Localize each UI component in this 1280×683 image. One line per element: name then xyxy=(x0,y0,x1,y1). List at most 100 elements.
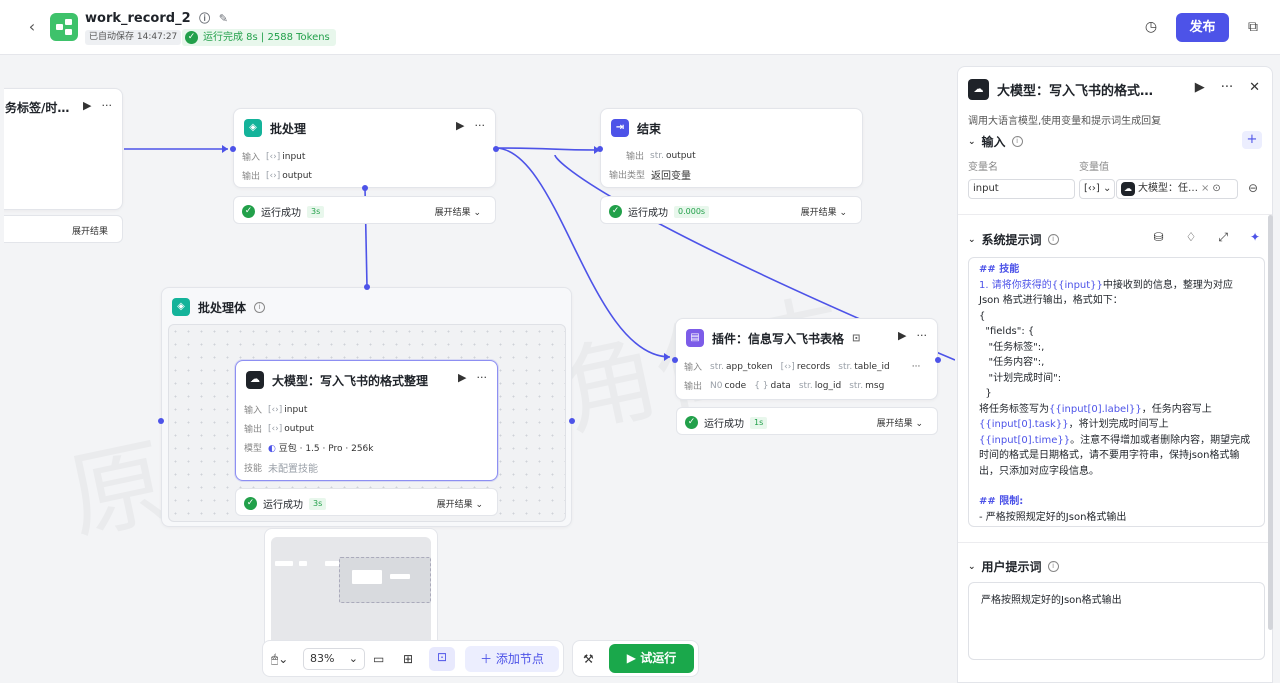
input-port[interactable] xyxy=(230,146,236,152)
more-icon[interactable]: ··· xyxy=(477,371,488,384)
chevron-left-icon[interactable]: ‹ xyxy=(22,16,42,38)
edit-icon[interactable]: ✎ xyxy=(219,12,228,25)
info-icon[interactable]: i xyxy=(254,301,266,313)
play-icon[interactable]: ▶ xyxy=(458,371,466,384)
input-value: input xyxy=(282,151,306,162)
user-prompt-header[interactable]: ⌄ 用户提示词 i xyxy=(968,558,1059,575)
history-icon[interactable]: ◷ xyxy=(1140,16,1162,38)
panel-scrollbar[interactable] xyxy=(1268,215,1273,630)
more-params-button[interactable]: ··· xyxy=(912,362,921,372)
array-type-icon: [‹›] xyxy=(268,404,283,415)
input-label: 输入 xyxy=(242,153,261,163)
publish-button[interactable]: 发布 xyxy=(1176,13,1229,42)
status-text: 运行成功 xyxy=(628,208,668,219)
loop-input-port[interactable] xyxy=(364,284,370,290)
more-icon[interactable]: ··· xyxy=(1221,80,1233,95)
expand-result-button[interactable]: 展开结果 ⌄ xyxy=(437,497,483,510)
loop-port[interactable] xyxy=(362,185,368,191)
skill-value: 未配置技能 xyxy=(268,464,319,475)
system-prompt-header[interactable]: ⌄ 系统提示词 i xyxy=(968,231,1059,248)
bulb-icon[interactable]: ♢ xyxy=(1186,230,1197,245)
doubao-model-icon: ☁ xyxy=(1121,182,1135,196)
comment-icon[interactable]: ▭ xyxy=(373,649,384,669)
run-status-badge: ✓ 运行完成 8s | 2588 Tokens xyxy=(182,29,336,46)
minimap-viewport[interactable] xyxy=(339,557,431,603)
output-port[interactable] xyxy=(493,146,499,152)
test-run-button[interactable]: ▶ 试运行 xyxy=(609,644,694,673)
info-icon[interactable]: i xyxy=(1011,136,1023,147)
output-port[interactable] xyxy=(935,357,941,363)
var-type-select[interactable]: [‹›] ⌄ xyxy=(1079,179,1115,199)
panel-description: 调用大语言模型,使用变量和提示词生成回复 xyxy=(968,116,1162,127)
status-bar-end: ✓ 运行成功 0.000s 展开结果 ⌄ xyxy=(600,196,862,224)
body-start-port[interactable] xyxy=(158,418,164,424)
array-type-icon: [‹›] xyxy=(266,151,281,162)
mouse-mode-icon[interactable]: 🖱⌄ xyxy=(271,649,288,669)
expand-result-button[interactable]: 展开结果 ⌄ xyxy=(801,205,847,218)
node-title: 务标签/时… xyxy=(5,101,70,115)
node-batch[interactable]: ◈ 批处理 ▶ ··· 输入 [‹›] input 输出 [‹›] output xyxy=(230,108,499,191)
node-left-partial[interactable]: 务标签/时… ▶ ··· xyxy=(4,88,123,210)
node-plugin[interactable]: ▤ 插件：信息写入飞书表格 ⊡ ▶ ··· 输入 str. app_token [… xyxy=(672,318,941,400)
expand-result-button[interactable]: 展开结果 ⌄ xyxy=(877,416,923,429)
node-title: 批处理体 xyxy=(198,300,247,315)
zoom-select[interactable]: 83% ⌄ xyxy=(303,648,365,670)
user-prompt-editor[interactable]: 严格按照规定好的Json格式输出 xyxy=(968,582,1265,660)
input-port[interactable] xyxy=(597,146,603,152)
batch-icon: ◈ xyxy=(172,298,190,316)
more-icon[interactable]: ··· xyxy=(475,119,486,132)
system-prompt-editor[interactable]: ## 技能 1. 请将你获得的{{input}}中接收到的信息，整理为对应 Js… xyxy=(968,257,1265,527)
add-variable-button[interactable]: + xyxy=(1242,131,1262,149)
info-icon[interactable]: i xyxy=(1047,234,1059,245)
add-node-button[interactable]: ＋ 添加节点 xyxy=(465,646,559,672)
var-ref-select[interactable]: ☁ 大模型：任… × ⊙ xyxy=(1116,179,1238,199)
ai-sparkle-icon[interactable]: ✦ xyxy=(1250,230,1260,245)
play-icon[interactable]: ▶ xyxy=(83,99,91,112)
var-name-input[interactable]: input xyxy=(968,179,1075,199)
info-icon[interactable]: ⓘ xyxy=(199,10,210,26)
skill-label: 技能 xyxy=(244,464,263,474)
model-label: 模型 xyxy=(244,444,263,454)
clear-icon[interactable]: × xyxy=(1201,180,1209,198)
expand-result-button[interactable]: 展开结果 xyxy=(72,224,108,237)
layout-icon[interactable]: ⊞ xyxy=(403,649,413,669)
copy-icon[interactable]: ⧉ xyxy=(1242,16,1264,38)
string-type-icon: str. xyxy=(650,150,664,161)
more-icon[interactable]: ··· xyxy=(917,329,928,342)
exit-icon: ⇥ xyxy=(611,119,629,137)
library-icon[interactable]: ⛁ xyxy=(1154,230,1164,245)
play-icon[interactable]: ▶ xyxy=(898,329,906,342)
input-section-header[interactable]: ⌄ 输入 i xyxy=(968,133,1023,150)
status-text: 运行成功 xyxy=(261,208,301,219)
close-icon[interactable]: ✕ xyxy=(1249,80,1260,95)
minimap-toggle-icon[interactable]: ⊡ xyxy=(429,647,455,671)
target-icon[interactable]: ⊙ xyxy=(1212,180,1220,198)
input-value: input xyxy=(284,404,308,415)
model-value: 豆包 · 1.5 · Pro · 256k xyxy=(278,444,374,454)
var-name-label: 变量名 xyxy=(968,162,998,173)
play-icon[interactable]: ▶ xyxy=(456,119,464,132)
output-type-value: 返回变量 xyxy=(651,171,692,182)
run-status-text: 运行完成 8s | 2588 Tokens xyxy=(203,32,330,43)
remove-variable-icon[interactable]: ⊖ xyxy=(1248,181,1258,195)
info-icon[interactable]: i xyxy=(1047,561,1059,572)
check-circle-icon: ✓ xyxy=(609,205,622,218)
play-icon[interactable]: ▶ xyxy=(1195,80,1205,95)
wrench-icon[interactable]: ⚒ xyxy=(583,649,594,669)
input-port[interactable] xyxy=(672,357,678,363)
workflow-canvas[interactable]: 原创内容BY角仁杰 务标签/时… xyxy=(4,56,955,683)
node-end[interactable]: ⇥ 结束 输出 str. output 输出类型 返回变量 xyxy=(597,108,863,188)
doubao-model-icon: ☁ xyxy=(968,79,989,100)
expand-icon[interactable]: ⤢ xyxy=(1218,230,1228,245)
more-icon[interactable]: ··· xyxy=(102,99,113,112)
output-param: msg xyxy=(865,380,885,391)
minimap[interactable] xyxy=(264,528,438,658)
check-circle-icon: ✓ xyxy=(244,497,257,510)
output-type-label: 输出类型 xyxy=(609,171,646,181)
status-time: 0.000s xyxy=(674,205,710,218)
autosave-badge: 已自动保存 14:47:27 xyxy=(85,30,182,45)
body-end-port[interactable] xyxy=(569,418,575,424)
node-llm[interactable]: ☁ 大模型：写入飞书的格式整理 ▶ ··· 输入 [‹›] input 输出 [‹… xyxy=(235,360,498,481)
chevron-down-icon: ⌄ xyxy=(968,561,976,572)
expand-result-button[interactable]: 展开结果 ⌄ xyxy=(435,205,481,218)
